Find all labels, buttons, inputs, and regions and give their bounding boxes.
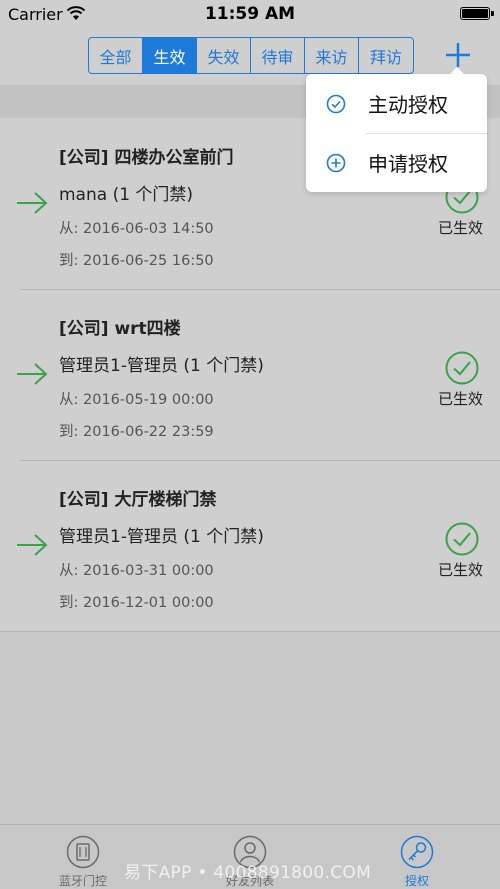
- segment-expired[interactable]: 失效: [197, 38, 251, 73]
- plus-circle-icon: [326, 153, 346, 172]
- start-time: 从: 2016-05-19 00:00: [59, 392, 214, 408]
- tab-label: 授权: [404, 874, 429, 888]
- tab-bluetooth-door[interactable]: 蓝牙门控: [43, 835, 123, 888]
- end-time: 到: 2016-06-22 23:59: [59, 424, 214, 440]
- list-item[interactable]: [公司] 大厅楼梯门禁 管理员1-管理员 (1 个门禁) 从: 2016-03-…: [0, 460, 500, 631]
- menu-item-grant-authorization[interactable]: 主动授权: [306, 74, 487, 133]
- status-badge: 已生效: [438, 390, 484, 408]
- status-badge: 已生效: [438, 219, 484, 237]
- arrow-right-icon: [17, 363, 48, 385]
- menu-item-request-authorization[interactable]: 申请授权: [306, 133, 487, 192]
- filter-segmented-control: 全部 生效 失效 待审 来访 拜访: [88, 37, 414, 74]
- check-circle-icon: [445, 351, 479, 385]
- end-time: 到: 2016-12-01 00:00: [59, 595, 214, 611]
- add-button[interactable]: [443, 40, 473, 70]
- divider: [0, 631, 500, 632]
- grantee-label: 管理员1-管理员 (1 个门禁): [59, 356, 264, 376]
- check-circle-icon: [445, 522, 479, 556]
- status-bar: Carrier 11:59 AM: [0, 0, 500, 28]
- tab-label: 蓝牙门控: [58, 874, 107, 888]
- list-item[interactable]: [公司] wrt四楼 管理员1-管理员 (1 个门禁) 从: 2016-05-1…: [0, 289, 500, 460]
- grantee-label: mana (1 个门禁): [59, 185, 194, 205]
- key-icon: [400, 835, 434, 869]
- door-title: [公司] 四楼办公室前门: [59, 148, 234, 168]
- door-title: [公司] 大厅楼梯门禁: [59, 490, 217, 510]
- grantee-label: 管理员1-管理员 (1 个门禁): [59, 527, 264, 547]
- door-title: [公司] wrt四楼: [59, 319, 181, 339]
- segment-incoming-visit[interactable]: 来访: [305, 38, 359, 73]
- menu-item-label: 申请授权: [368, 152, 448, 176]
- segment-pending[interactable]: 待审: [251, 38, 305, 73]
- tab-authorization[interactable]: 授权: [377, 835, 457, 888]
- arrow-right-icon: [17, 192, 48, 214]
- end-time: 到: 2016-06-25 16:50: [59, 253, 214, 269]
- battery-icon: [460, 7, 494, 20]
- add-menu-popover: 主动授权 申请授权: [306, 74, 487, 192]
- status-badge: 已生效: [438, 561, 484, 579]
- authorization-list: [公司] 四楼办公室前门 mana (1 个门禁) 从: 2016-06-03 …: [0, 118, 500, 632]
- segment-outgoing-visit[interactable]: 拜访: [359, 38, 413, 73]
- start-time: 从: 2016-06-03 14:50: [59, 221, 214, 237]
- menu-item-label: 主动授权: [368, 93, 448, 117]
- check-circle-icon: [326, 94, 346, 113]
- watermark: 易下APP • 4008891800.COM: [124, 863, 372, 883]
- arrow-right-icon: [17, 534, 48, 556]
- start-time: 从: 2016-03-31 00:00: [59, 563, 214, 579]
- clock: 11:59 AM: [204, 4, 296, 24]
- bluetooth-door-icon: [66, 835, 100, 869]
- segment-all[interactable]: 全部: [89, 38, 143, 73]
- segment-active[interactable]: 生效: [143, 38, 197, 73]
